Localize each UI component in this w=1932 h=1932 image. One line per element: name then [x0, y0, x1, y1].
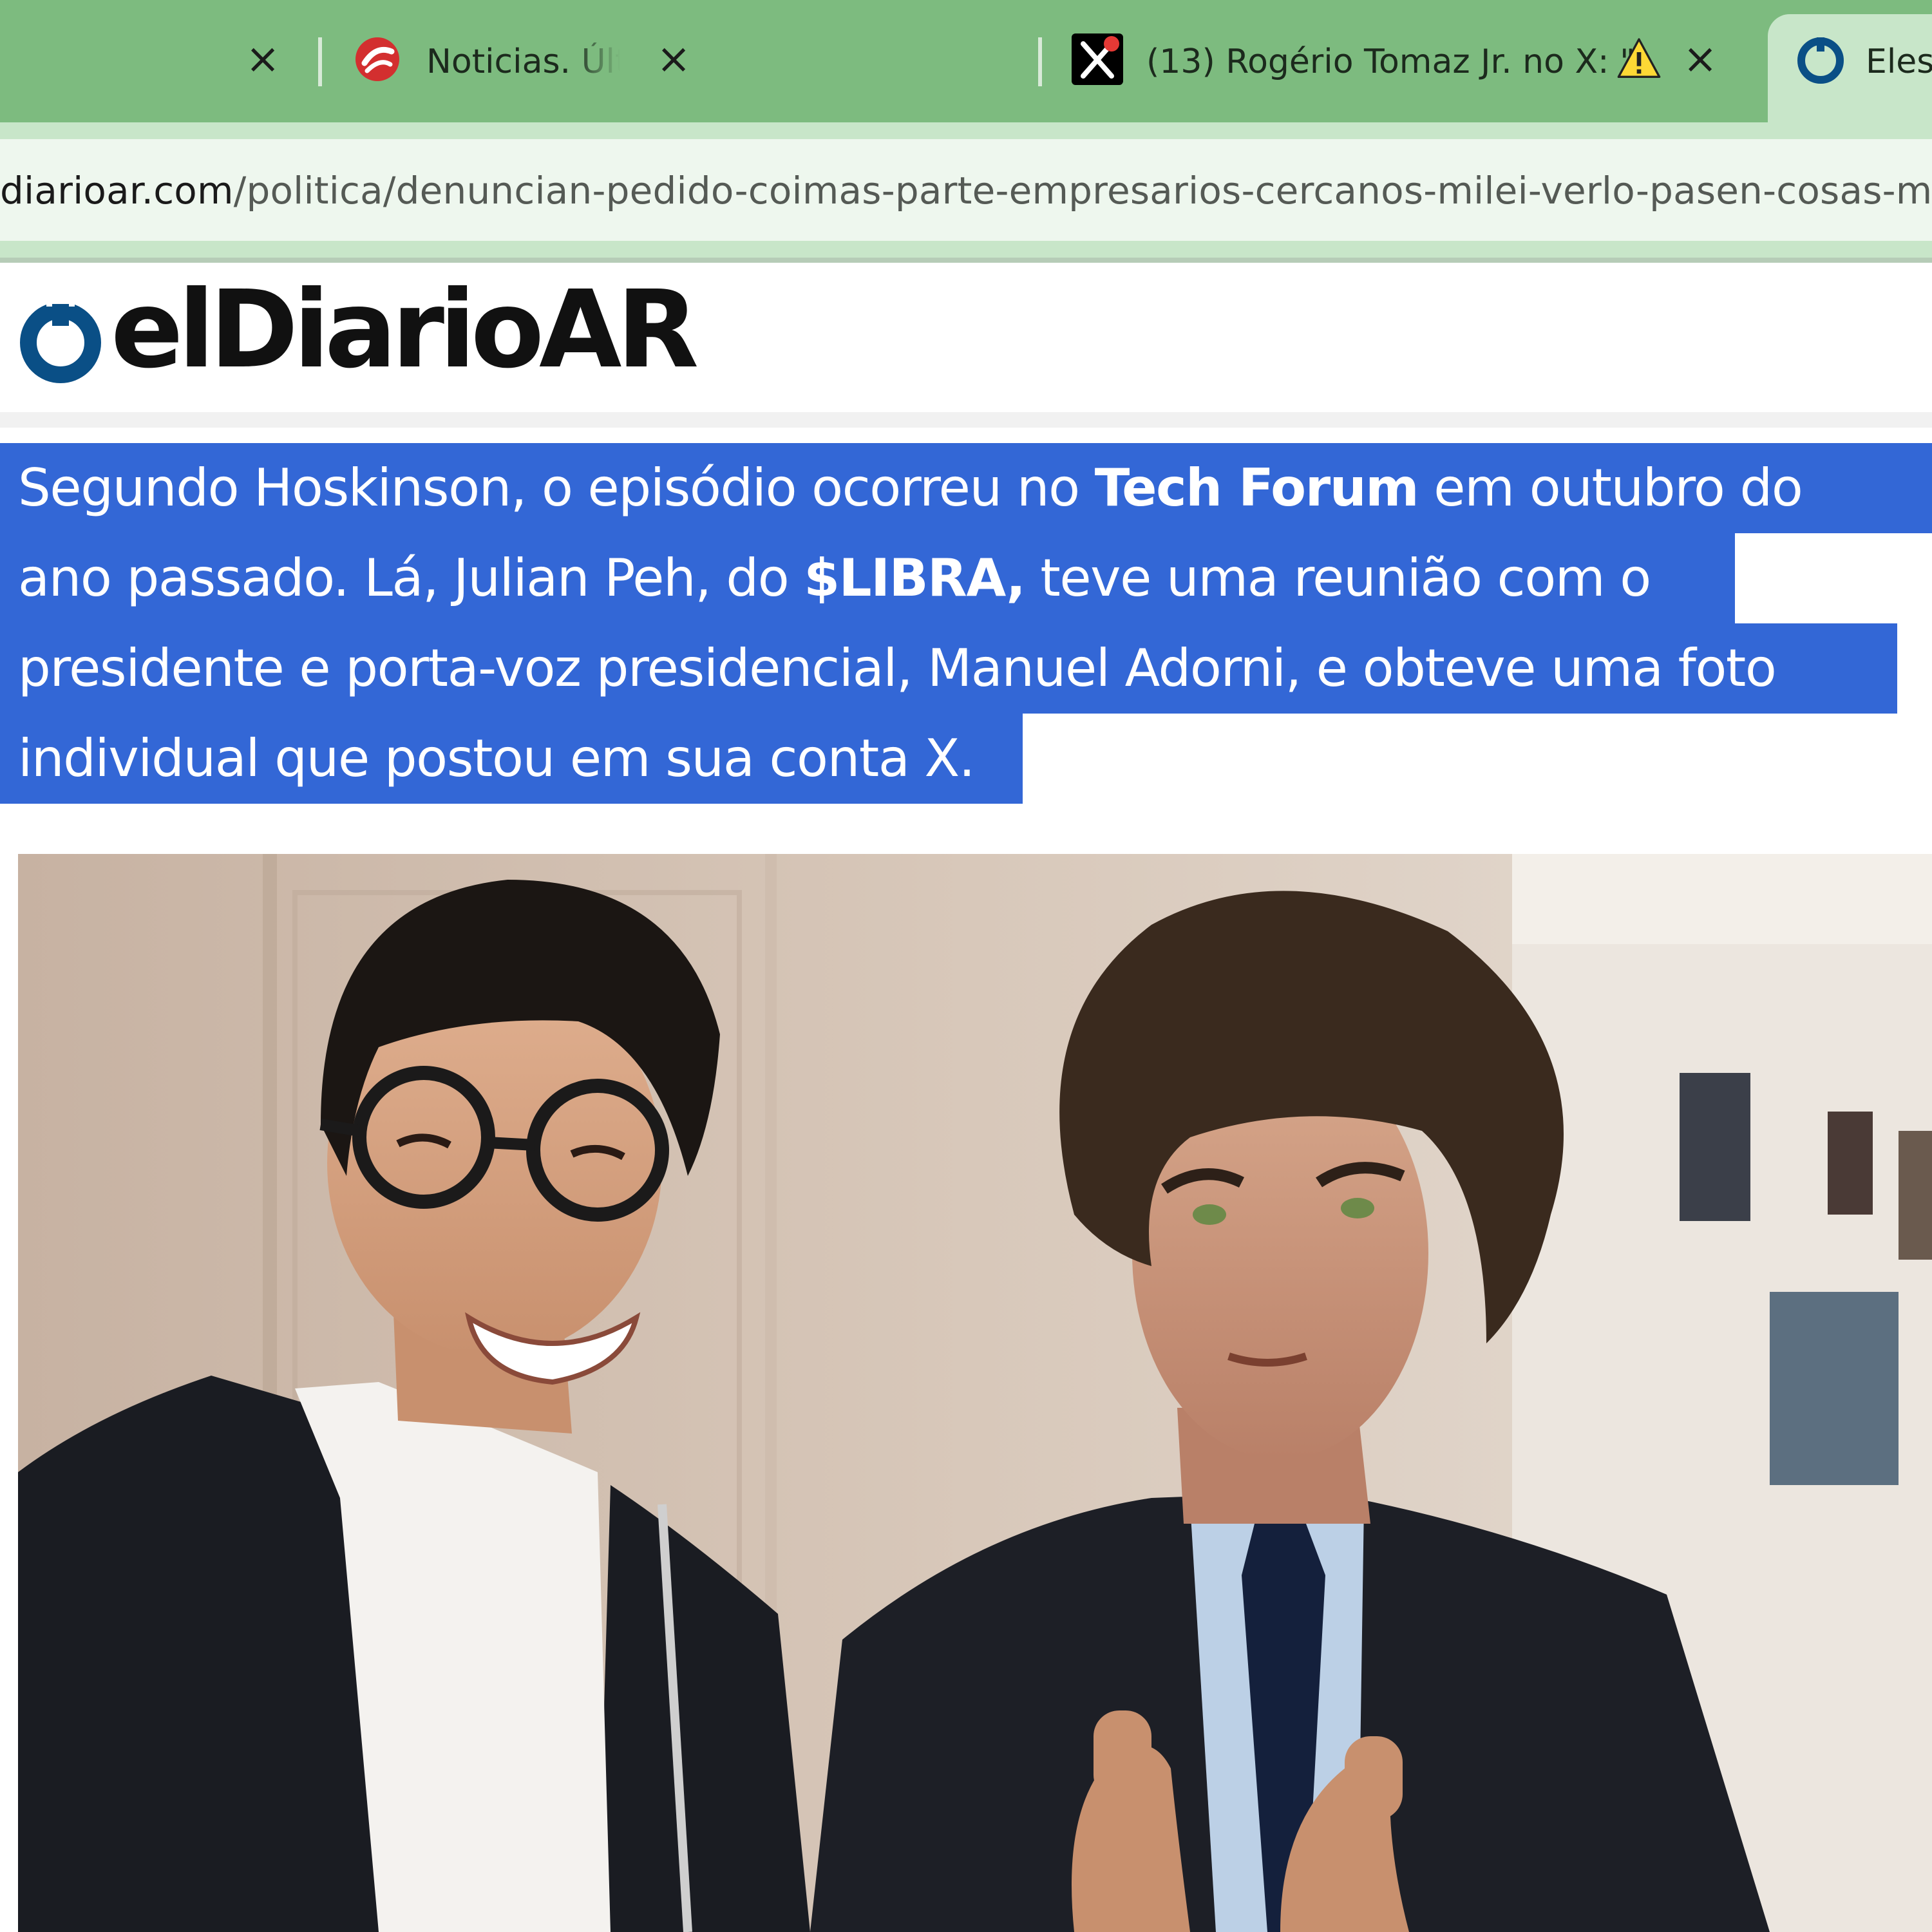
line-2-text-a: ano passado. Lá, Julian Peh, do: [18, 548, 804, 608]
tab-strip: × Noticias. Últimas noticias de Argentin…: [0, 0, 1932, 137]
photo-illustration: [18, 854, 1932, 1932]
line-2-text-b: teve uma reunião com o: [1025, 548, 1651, 608]
tab-active-eles[interactable]: Eles: [1768, 14, 1932, 137]
x-logo-icon: [1072, 33, 1123, 85]
tab-separator: [318, 37, 322, 86]
site-logo-text[interactable]: elDiarioAR: [111, 277, 699, 384]
tech-forum-bold: Tech Forum: [1094, 458, 1419, 518]
article-line-3: presidente e porta-voz presidencial, Man…: [0, 623, 1897, 714]
article-line-1: Segundo Hoskinson, o episódio ocorreu no…: [0, 443, 1932, 533]
warning-icon: [1617, 38, 1661, 79]
header-divider: [0, 412, 1932, 428]
close-tab-icon[interactable]: ×: [650, 36, 697, 82]
tab-previous[interactable]: ×: [0, 0, 309, 122]
browser-window: × Noticias. Últimas noticias de Argentin…: [0, 0, 1932, 1932]
tab-title-fade: [571, 39, 641, 90]
url-path: /politica/denuncian-pedido-coimas-parte-…: [233, 169, 1932, 213]
tab-noticias[interactable]: Noticias. Últimas noticias de Argentina …: [335, 0, 1030, 122]
article-photo[interactable]: [18, 854, 1932, 1932]
line-4-text: individual que postou em sua conta X.: [18, 728, 975, 788]
libra-bold: $LIBRA,: [804, 548, 1025, 608]
address-bar-url[interactable]: diarioar.com/politica/denuncian-pedido-c…: [0, 169, 1932, 213]
red-news-logo-icon: [355, 37, 399, 81]
line-1-text-b: em outubro do: [1418, 458, 1803, 518]
tab-separator: [1038, 37, 1042, 86]
eldiario-favicon-icon: [1797, 37, 1844, 84]
tab-x-post[interactable]: (13) Rogério Tomaz Jr. no X: " ×: [1056, 0, 1765, 122]
tab-active-title: Eles: [1866, 43, 1932, 81]
line-1-text-a: Segundo Hoskinson, o episódio ocorreu no: [18, 458, 1095, 518]
toolbar-divider: [0, 258, 1932, 263]
close-tab-icon[interactable]: ×: [1677, 36, 1723, 82]
url-host: diarioar.com: [0, 169, 234, 213]
eldiario-logo-icon[interactable]: [17, 298, 104, 385]
close-tab-icon[interactable]: ×: [240, 36, 286, 82]
article-line-4: individual que postou em sua conta X.: [0, 714, 1023, 804]
tab-x-post-title: (13) Rogério Tomaz Jr. no X: ": [1146, 43, 1636, 81]
line-3-text: presidente e porta-voz presidencial, Man…: [18, 638, 1777, 698]
article-line-2: ano passado. Lá, Julian Peh, do $LIBRA, …: [0, 533, 1735, 623]
article-body: Segundo Hoskinson, o episódio ocorreu no…: [0, 428, 1932, 853]
